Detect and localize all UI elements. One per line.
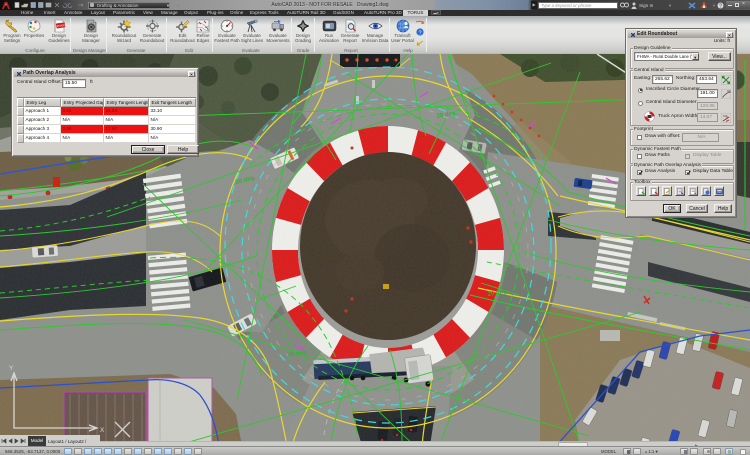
svg-text:Y: Y [9, 365, 14, 372]
svg-text:?: ? [719, 3, 722, 9]
svg-text:?: ? [418, 30, 421, 36]
svg-text:X: X [100, 427, 105, 434]
